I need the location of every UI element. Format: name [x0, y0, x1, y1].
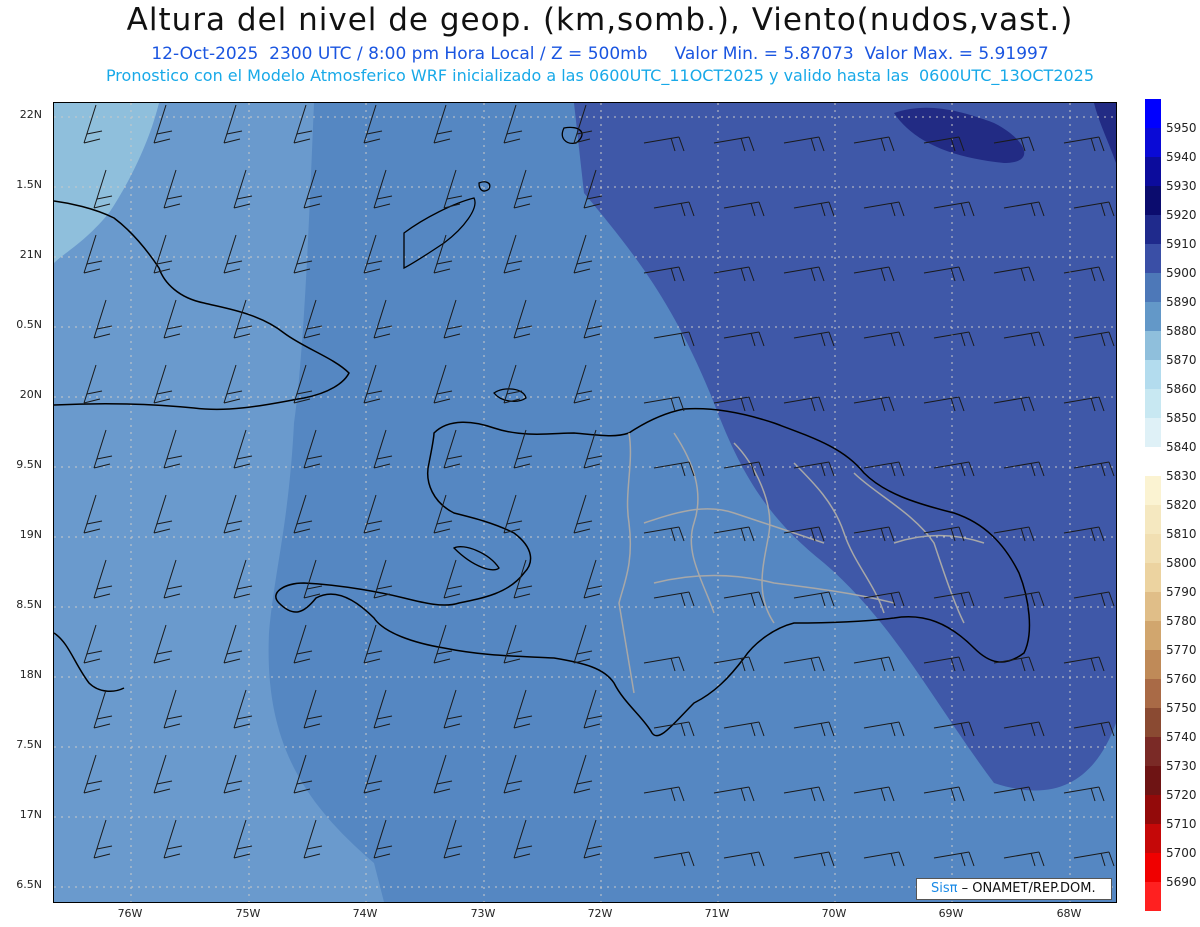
- legend-swatch: [1145, 534, 1161, 563]
- lat-label: 21N: [19, 248, 42, 261]
- legend-label: 5880: [1166, 324, 1197, 338]
- lat-label: 1.5N: [16, 178, 42, 191]
- legend-swatch: [1145, 418, 1161, 447]
- legend-label: 5730: [1166, 759, 1197, 773]
- legend-label: 5950: [1166, 121, 1197, 135]
- lat-label: 18N: [19, 668, 42, 681]
- lon-label: 76W: [117, 907, 143, 920]
- legend-swatch: [1145, 679, 1161, 708]
- legend-label: 5900: [1166, 266, 1197, 280]
- legend-swatch: [1145, 128, 1161, 157]
- credit-box: Sisπ – ONAMET/REP.DOM.: [916, 878, 1112, 900]
- legend-swatch: [1145, 215, 1161, 244]
- map-subtitle-time: 12-Oct-2025 2300 UTC / 8:00 pm Hora Loca…: [151, 44, 1049, 64]
- legend-label: 5690: [1166, 875, 1197, 889]
- legend-label: 5740: [1166, 730, 1197, 744]
- legend-swatch: [1145, 563, 1161, 592]
- legend-swatch: [1145, 186, 1161, 215]
- legend-label: 5770: [1166, 643, 1197, 657]
- lat-label: 19N: [19, 528, 42, 541]
- legend-label: 5790: [1166, 585, 1197, 599]
- legend-label: 5890: [1166, 295, 1197, 309]
- geopotential-map[interactable]: [54, 103, 1116, 902]
- map-subtitle-model: Pronostico con el Modelo Atmosferico WRF…: [105, 66, 1095, 85]
- legend-label: 5710: [1166, 817, 1197, 831]
- legend-swatch: [1145, 882, 1161, 911]
- lat-label: 6.5N: [16, 878, 42, 891]
- legend-swatch: [1145, 476, 1161, 505]
- legend-swatch: [1145, 766, 1161, 795]
- lat-label: 8.5N: [16, 598, 42, 611]
- lon-label: 71W: [704, 907, 730, 920]
- legend-swatch: [1145, 650, 1161, 679]
- lat-label: 9.5N: [16, 458, 42, 471]
- credit-sis: Sisπ: [931, 881, 958, 896]
- legend-label: 5820: [1166, 498, 1197, 512]
- lat-label: 20N: [19, 388, 42, 401]
- legend-swatch: [1145, 331, 1161, 360]
- legend-swatch: [1145, 737, 1161, 766]
- legend-label: 5910: [1166, 237, 1197, 251]
- lat-label: 7.5N: [16, 738, 42, 751]
- legend-swatch: [1145, 505, 1161, 534]
- legend-label: 5840: [1166, 440, 1197, 454]
- legend-label: 5760: [1166, 672, 1197, 686]
- legend-swatch: [1145, 157, 1161, 186]
- legend-label: 5860: [1166, 382, 1197, 396]
- legend-label: 5830: [1166, 469, 1197, 483]
- legend-label: 5780: [1166, 614, 1197, 628]
- map-title: Altura del nivel de geop. (km,somb.), Vi…: [126, 2, 1074, 38]
- lon-label: 70W: [821, 907, 847, 920]
- lon-label: 75W: [235, 907, 261, 920]
- legend-label: 5940: [1166, 150, 1197, 164]
- map-panel[interactable]: [53, 102, 1117, 903]
- color-legend: [1145, 99, 1161, 911]
- legend-label: 5720: [1166, 788, 1197, 802]
- legend-swatch: [1145, 592, 1161, 621]
- legend-label: 5850: [1166, 411, 1197, 425]
- legend-label: 5930: [1166, 179, 1197, 193]
- legend-swatch: [1145, 621, 1161, 650]
- lon-label: 68W: [1056, 907, 1082, 920]
- legend-swatch: [1145, 99, 1161, 128]
- legend-swatch: [1145, 244, 1161, 273]
- legend-swatch: [1145, 824, 1161, 853]
- legend-swatch: [1145, 853, 1161, 882]
- legend-label: 5870: [1166, 353, 1197, 367]
- legend-label: 5750: [1166, 701, 1197, 715]
- legend-swatch: [1145, 389, 1161, 418]
- lon-label: 73W: [470, 907, 496, 920]
- lon-label: 72W: [587, 907, 613, 920]
- legend-label: 5700: [1166, 846, 1197, 860]
- legend-label: 5920: [1166, 208, 1197, 222]
- lon-label: 74W: [352, 907, 378, 920]
- lat-label: 17N: [19, 808, 42, 821]
- legend-swatch: [1145, 273, 1161, 302]
- lat-label: 22N: [19, 108, 42, 121]
- legend-swatch: [1145, 447, 1161, 476]
- credit-text: – ONAMET/REP.DOM.: [957, 881, 1096, 896]
- legend-swatch: [1145, 795, 1161, 824]
- legend-swatch: [1145, 360, 1161, 389]
- legend-label: 5810: [1166, 527, 1197, 541]
- lat-label: 0.5N: [16, 318, 42, 331]
- legend-label: 5800: [1166, 556, 1197, 570]
- lon-label: 69W: [938, 907, 964, 920]
- legend-swatch: [1145, 708, 1161, 737]
- legend-swatch: [1145, 302, 1161, 331]
